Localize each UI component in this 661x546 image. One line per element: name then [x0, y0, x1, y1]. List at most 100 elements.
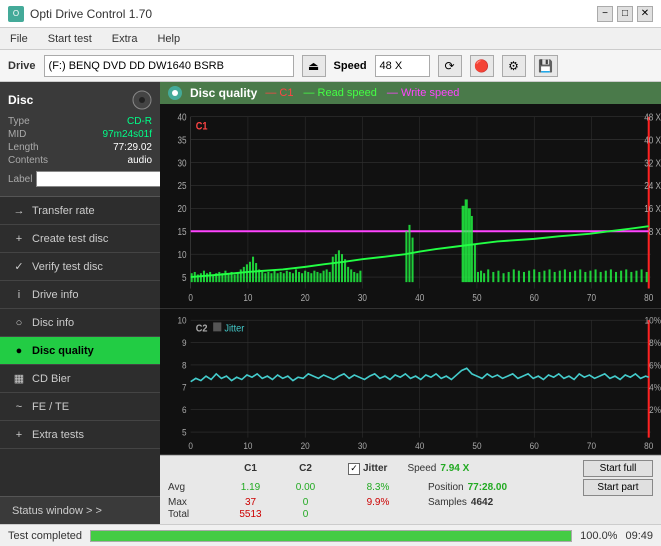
menubar: File Start test Extra Help — [0, 28, 661, 50]
cd-bier-icon: ▦ — [12, 372, 26, 386]
sidebar-item-label: Create test disc — [32, 233, 108, 245]
extra-tests-icon: + — [12, 428, 26, 442]
svg-text:60: 60 — [530, 292, 539, 303]
bottom-status-bar: Test completed 100.0% 09:49 — [0, 524, 661, 546]
svg-text:30: 30 — [358, 440, 367, 450]
sidebar-item-label: FE / TE — [32, 401, 69, 413]
sidebar-item-transfer-rate[interactable]: → Transfer rate — [0, 197, 160, 225]
c1-chart: 40 35 30 25 20 15 10 5 48 X 40 X 32 X 24… — [160, 104, 661, 309]
jitter-header: Jitter — [363, 463, 387, 474]
main-area: Disc Type CD-R MID 97m24s01f Length 77:2… — [0, 82, 661, 524]
menu-extra[interactable]: Extra — [106, 31, 144, 47]
drive-value: (F:) BENQ DVD DD DW1640 BSRB — [49, 60, 224, 72]
drive-label: Drive — [8, 60, 36, 72]
svg-text:40 X: 40 X — [644, 135, 661, 146]
status-window-button[interactable]: Status window > > — [0, 496, 160, 524]
svg-text:10: 10 — [243, 440, 252, 450]
status-window-label: Status window > > — [12, 505, 102, 517]
stats-header-row: C1 C2 ✓ Jitter Speed 7.94 X Start full — [168, 460, 653, 477]
speed-label: Speed — [334, 60, 367, 72]
sidebar-item-disc-info[interactable]: ○ Disc info — [0, 309, 160, 337]
type-value: CD-R — [127, 116, 152, 127]
svg-text:80: 80 — [644, 292, 653, 303]
legend-read-speed: — Read speed — [303, 87, 376, 99]
svg-text:24 X: 24 X — [644, 180, 661, 191]
sidebar-item-fe-te[interactable]: ~ FE / TE — [0, 393, 160, 421]
drive-selector[interactable]: (F:) BENQ DVD DD DW1640 BSRB — [44, 55, 294, 77]
stats-area: C1 C2 ✓ Jitter Speed 7.94 X Start full A… — [160, 455, 661, 524]
svg-text:5: 5 — [182, 427, 187, 437]
svg-text:20: 20 — [301, 440, 310, 450]
contents-value: audio — [128, 155, 152, 166]
svg-text:48 X: 48 X — [644, 112, 661, 123]
progress-text: 100.0% — [580, 530, 617, 542]
svg-text:4%: 4% — [649, 382, 661, 392]
c2-header: C2 — [278, 463, 333, 474]
sidebar-item-extra-tests[interactable]: + Extra tests — [0, 421, 160, 449]
close-button[interactable]: ✕ — [637, 6, 653, 22]
svg-text:50: 50 — [472, 292, 481, 303]
jitter-checkbox-row: ✓ Jitter — [348, 463, 387, 475]
menu-file[interactable]: File — [4, 31, 34, 47]
fe-te-icon: ~ — [12, 400, 26, 414]
menu-start-test[interactable]: Start test — [42, 31, 98, 47]
avg-c1: 1.19 — [223, 482, 278, 493]
minimize-button[interactable]: − — [597, 6, 613, 22]
avg-row: Avg 1.19 0.00 8.3% Position 77:28.00 Sta… — [168, 479, 653, 496]
sidebar-item-create-test-disc[interactable]: + Create test disc — [0, 225, 160, 253]
c2-chart-svg: 10 9 8 7 6 5 10% 8% 6% 4% 2% 0 10 — [160, 309, 661, 454]
chart-legend: — C1 — Read speed — Write speed — [265, 87, 459, 99]
sidebar-item-label: CD Bier — [32, 373, 71, 385]
c1-header: C1 — [223, 463, 278, 474]
svg-text:25: 25 — [177, 180, 186, 191]
menu-help[interactable]: Help — [151, 31, 186, 47]
speed-icon-1[interactable]: ⟳ — [438, 55, 462, 77]
save-icon[interactable]: 💾 — [534, 55, 558, 77]
disc-header: Disc — [8, 90, 152, 110]
sidebar-item-disc-quality[interactable]: ● Disc quality — [0, 337, 160, 365]
svg-text:50: 50 — [472, 440, 481, 450]
speed-icon-2[interactable]: 🔴 — [470, 55, 494, 77]
speed-selector[interactable]: 48 X — [375, 55, 430, 77]
verify-test-disc-icon: ✓ — [12, 260, 26, 274]
sidebar-item-label: Disc info — [32, 317, 74, 329]
length-label: Length — [8, 142, 39, 153]
mid-label: MID — [8, 129, 26, 140]
label-input[interactable] — [36, 171, 174, 187]
svg-text:30: 30 — [177, 158, 186, 169]
svg-text:70: 70 — [587, 292, 596, 303]
total-row: Total 5513 0 — [168, 509, 653, 520]
sidebar-item-drive-info[interactable]: i Drive info — [0, 281, 160, 309]
svg-text:5: 5 — [182, 272, 187, 283]
start-full-button[interactable]: Start full — [583, 460, 653, 477]
sidebar-item-cd-bier[interactable]: ▦ CD Bier — [0, 365, 160, 393]
c1-chart-svg: 40 35 30 25 20 15 10 5 48 X 40 X 32 X 24… — [160, 104, 661, 308]
speed-value-display: 7.94 X — [440, 463, 469, 474]
content-area: Disc quality — C1 — Read speed — Write s… — [160, 82, 661, 524]
jitter-checkbox[interactable]: ✓ — [348, 463, 360, 475]
label-row: Label 🔍 — [8, 170, 152, 188]
svg-text:10: 10 — [177, 249, 186, 260]
label-label: Label — [8, 174, 32, 185]
titlebar-controls: − □ ✕ — [597, 6, 653, 22]
sidebar-item-verify-test-disc[interactable]: ✓ Verify test disc — [0, 253, 160, 281]
svg-text:20: 20 — [177, 203, 186, 214]
svg-text:0: 0 — [188, 292, 193, 303]
maximize-button[interactable]: □ — [617, 6, 633, 22]
svg-text:15: 15 — [177, 226, 186, 237]
mid-value: 97m24s01f — [103, 129, 152, 140]
avg-c2: 0.00 — [278, 482, 333, 493]
max-label: Max — [168, 497, 223, 508]
avg-jitter: 8.3% — [348, 482, 408, 493]
titlebar-left: O Opti Drive Control 1.70 — [8, 6, 152, 22]
eject-button[interactable]: ⏏ — [302, 55, 326, 77]
speed-icon-3[interactable]: ⚙ — [502, 55, 526, 77]
svg-text:10%: 10% — [645, 315, 661, 325]
nav-items: → Transfer rate + Create test disc ✓ Ver… — [0, 197, 160, 496]
start-part-button[interactable]: Start part — [583, 479, 653, 496]
titlebar: O Opti Drive Control 1.70 − □ ✕ — [0, 0, 661, 28]
sidebar-item-label: Drive info — [32, 289, 78, 301]
svg-text:0: 0 — [188, 440, 193, 450]
max-c1: 37 — [223, 497, 278, 508]
type-label: Type — [8, 116, 30, 127]
